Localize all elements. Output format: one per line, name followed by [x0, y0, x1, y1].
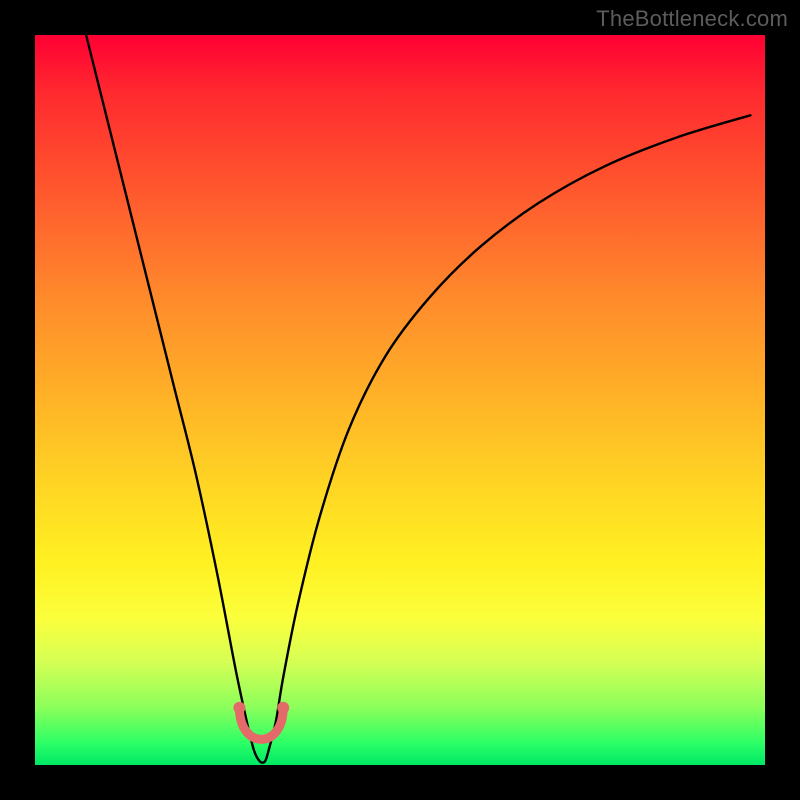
- curve-layer: [35, 35, 765, 765]
- dip-marker-dot-right: [277, 702, 289, 714]
- plot-area: [35, 35, 765, 765]
- chart-frame: TheBottleneck.com: [0, 0, 800, 800]
- dip-marker-dot-left: [233, 702, 245, 714]
- watermark-text: TheBottleneck.com: [596, 6, 788, 32]
- bottleneck-curve: [86, 35, 750, 763]
